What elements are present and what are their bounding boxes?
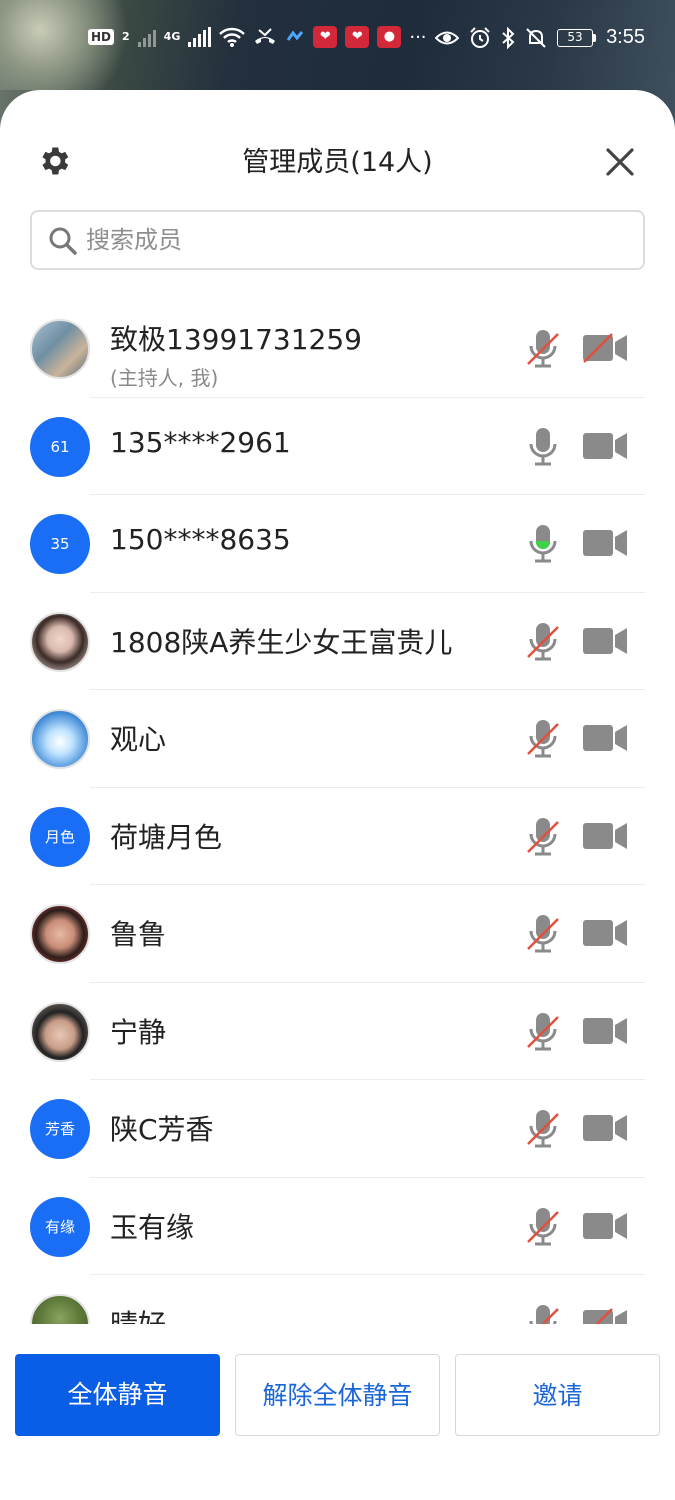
app-badge-icon: ❤ — [345, 26, 370, 48]
camera-icon[interactable] — [582, 1015, 628, 1047]
wifi-icon — [219, 27, 246, 47]
avatar — [30, 709, 90, 769]
member-name: 致极13991731259 — [110, 323, 362, 356]
page-title: 管理成员(14人) — [242, 147, 433, 178]
avatar: 61 — [30, 416, 90, 477]
search-input[interactable] — [86, 222, 626, 258]
member-row[interactable]: 观心 — [0, 690, 675, 788]
member-name: 135****2961 — [110, 425, 291, 459]
member-role: (主持人, 我) — [110, 366, 219, 390]
avatar: 月色 — [30, 806, 90, 867]
recording-mic-icon: ● — [377, 26, 402, 48]
member-row[interactable]: 宁静 — [0, 983, 675, 1080]
member-row[interactable]: 61 135****2961 — [0, 398, 675, 495]
mic-muted-icon[interactable] — [526, 621, 560, 663]
battery-icon: 53 — [557, 28, 597, 47]
close-icon[interactable] — [603, 145, 637, 179]
status-right-icons: 53 3:55 — [435, 26, 645, 49]
camera-icon[interactable] — [582, 527, 628, 559]
eye-icon — [435, 31, 460, 44]
avatar: 芳香 — [30, 1099, 90, 1159]
camera-off-icon[interactable] — [582, 1307, 628, 1324]
mic-icon[interactable] — [526, 523, 560, 565]
mic-muted-icon[interactable] — [526, 718, 560, 760]
member-list: 致极13991731259 (主持人, 我) 61 135****2961 35 150*… — [0, 300, 675, 1324]
member-name: 150****8635 — [110, 523, 291, 556]
camera-icon[interactable] — [582, 722, 628, 754]
member-row[interactable]: 月色 荷塘月色 — [0, 788, 675, 885]
search-icon — [49, 227, 77, 255]
mic-muted-icon[interactable] — [526, 328, 560, 370]
member-row[interactable]: 芳香 陕C芳香 — [0, 1080, 675, 1178]
avatar: 35 — [30, 514, 90, 574]
member-row[interactable]: 鲁鲁 — [0, 885, 675, 983]
signal-sim1-icon — [188, 27, 212, 47]
signal-sim2-icon — [137, 27, 156, 47]
camera-icon[interactable] — [582, 1112, 628, 1144]
invite-button[interactable]: 邀请 — [455, 1354, 660, 1436]
app-notification-icon — [287, 30, 304, 41]
avatar — [30, 1294, 90, 1324]
avatar — [30, 319, 90, 379]
status-bar: HD 2 4G ❤ ❤ ● ··· 53 3:55 — [0, 0, 675, 84]
search-box[interactable] — [30, 210, 645, 270]
alarm-icon — [470, 26, 490, 48]
camera-icon[interactable] — [582, 820, 628, 852]
status-left-icons: HD 2 4G ❤ ❤ ● ··· — [88, 26, 427, 48]
mic-muted-icon[interactable] — [526, 1303, 560, 1324]
mic-muted-icon[interactable] — [526, 1011, 560, 1053]
mic-icon[interactable] — [526, 426, 560, 468]
unmute-all-button[interactable]: 解除全体静音 — [235, 1354, 440, 1436]
member-name: 陕C芳香 — [110, 1113, 214, 1146]
network-type-label: 4G — [163, 30, 181, 43]
member-name: 晴好 — [110, 1303, 166, 1324]
sim2-label: 2 — [122, 30, 130, 43]
mic-muted-icon[interactable] — [526, 1206, 560, 1248]
member-row[interactable]: 晴好 — [0, 1275, 675, 1324]
member-name: 玉有缘 — [110, 1210, 195, 1244]
member-name: 宁静 — [110, 1015, 167, 1049]
member-row[interactable]: 致极13991731259 (主持人, 我) — [0, 300, 675, 398]
member-name: 鲁鲁 — [110, 918, 167, 951]
mic-muted-icon[interactable] — [526, 1108, 560, 1150]
mute-all-button[interactable]: 全体静音 — [15, 1354, 220, 1436]
hd-icon: HD — [88, 29, 115, 45]
mic-muted-icon[interactable] — [526, 913, 560, 955]
avatar: 有缘 — [30, 1196, 90, 1257]
panel-header: 管理成员(14人) — [0, 90, 675, 210]
member-name: 1808陕A养生少女王富贵儿 — [110, 625, 453, 659]
avatar — [30, 904, 90, 964]
member-name: 荷塘月色 — [110, 820, 223, 854]
member-row[interactable]: 1808陕A养生少女王富贵儿 — [0, 593, 675, 690]
manage-members-panel: 管理成员(14人) 致极13991731259 (主持人, 我) 61 135****… — [0, 90, 675, 1500]
member-row[interactable]: 35 150****8635 — [0, 495, 675, 593]
app-badge-icon: ❤ — [313, 26, 338, 48]
camera-icon[interactable] — [582, 917, 628, 949]
avatar — [30, 611, 90, 672]
member-row[interactable]: 有缘 玉有缘 — [0, 1178, 675, 1275]
clock: 3:55 — [606, 26, 645, 48]
action-bar: 全体静音 解除全体静音 邀请 — [0, 1324, 675, 1500]
mic-muted-icon[interactable] — [526, 816, 560, 858]
more-notifications-icon: ··· — [409, 26, 427, 48]
member-name: 观心 — [110, 723, 167, 756]
bluetooth-icon — [502, 26, 515, 49]
camera-icon[interactable] — [582, 1210, 628, 1242]
camera-off-icon[interactable] — [582, 332, 628, 364]
missed-call-icon — [255, 28, 276, 44]
avatar — [30, 1001, 90, 1062]
camera-icon[interactable] — [582, 625, 628, 657]
mute-bell-icon — [526, 27, 546, 48]
camera-icon[interactable] — [582, 430, 628, 462]
